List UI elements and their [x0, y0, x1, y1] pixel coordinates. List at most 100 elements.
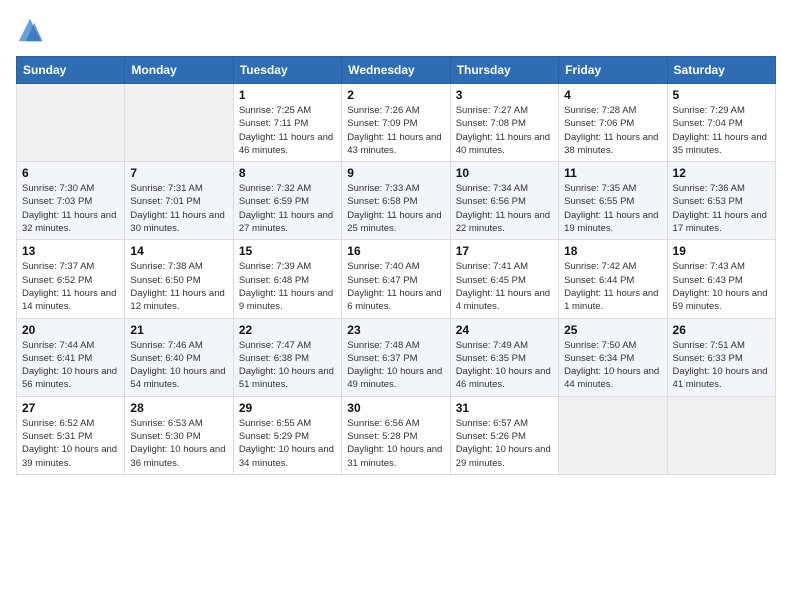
- day-number: 3: [456, 88, 553, 102]
- page-header: [16, 16, 776, 44]
- day-info: Sunrise: 7:30 AM Sunset: 7:03 PM Dayligh…: [22, 182, 119, 235]
- day-number: 8: [239, 166, 336, 180]
- weekday-header: Wednesday: [342, 57, 450, 84]
- calendar-cell: 12 Sunrise: 7:36 AM Sunset: 6:53 PM Dayli…: [667, 162, 775, 240]
- calendar-table: SundayMondayTuesdayWednesdayThursdayFrid…: [16, 56, 776, 475]
- day-number: 29: [239, 401, 336, 415]
- day-info: Sunrise: 7:29 AM Sunset: 7:04 PM Dayligh…: [673, 104, 770, 157]
- day-info: Sunrise: 7:49 AM Sunset: 6:35 PM Dayligh…: [456, 339, 553, 392]
- calendar-cell: 6 Sunrise: 7:30 AM Sunset: 7:03 PM Daylig…: [17, 162, 125, 240]
- calendar-header-row: SundayMondayTuesdayWednesdayThursdayFrid…: [17, 57, 776, 84]
- day-info: Sunrise: 6:53 AM Sunset: 5:30 PM Dayligh…: [130, 417, 227, 470]
- calendar-cell: 27 Sunrise: 6:52 AM Sunset: 5:31 PM Dayli…: [17, 396, 125, 474]
- calendar-cell: 10 Sunrise: 7:34 AM Sunset: 6:56 PM Dayli…: [450, 162, 558, 240]
- day-number: 18: [564, 244, 661, 258]
- day-number: 19: [673, 244, 770, 258]
- calendar-cell: 24 Sunrise: 7:49 AM Sunset: 6:35 PM Dayli…: [450, 318, 558, 396]
- day-number: 23: [347, 323, 444, 337]
- calendar-cell: 30 Sunrise: 6:56 AM Sunset: 5:28 PM Dayli…: [342, 396, 450, 474]
- calendar-cell: [125, 84, 233, 162]
- day-number: 31: [456, 401, 553, 415]
- day-info: Sunrise: 7:39 AM Sunset: 6:48 PM Dayligh…: [239, 260, 336, 313]
- calendar-cell: 18 Sunrise: 7:42 AM Sunset: 6:44 PM Dayli…: [559, 240, 667, 318]
- weekday-header: Monday: [125, 57, 233, 84]
- day-number: 12: [673, 166, 770, 180]
- calendar-week-row: 13 Sunrise: 7:37 AM Sunset: 6:52 PM Dayli…: [17, 240, 776, 318]
- calendar-cell: 28 Sunrise: 6:53 AM Sunset: 5:30 PM Dayli…: [125, 396, 233, 474]
- day-number: 27: [22, 401, 119, 415]
- day-info: Sunrise: 7:47 AM Sunset: 6:38 PM Dayligh…: [239, 339, 336, 392]
- day-info: Sunrise: 7:33 AM Sunset: 6:58 PM Dayligh…: [347, 182, 444, 235]
- calendar-cell: 13 Sunrise: 7:37 AM Sunset: 6:52 PM Dayli…: [17, 240, 125, 318]
- calendar-cell: 26 Sunrise: 7:51 AM Sunset: 6:33 PM Dayli…: [667, 318, 775, 396]
- day-number: 7: [130, 166, 227, 180]
- day-info: Sunrise: 7:36 AM Sunset: 6:53 PM Dayligh…: [673, 182, 770, 235]
- calendar-cell: 23 Sunrise: 7:48 AM Sunset: 6:37 PM Dayli…: [342, 318, 450, 396]
- day-number: 14: [130, 244, 227, 258]
- calendar-cell: [559, 396, 667, 474]
- day-info: Sunrise: 7:48 AM Sunset: 6:37 PM Dayligh…: [347, 339, 444, 392]
- calendar-cell: 17Sunrise: 7:41 AM Sunset: 6:45 PM Dayli…: [450, 240, 558, 318]
- day-info: Sunrise: 6:57 AM Sunset: 5:26 PM Dayligh…: [456, 417, 553, 470]
- day-info: Sunrise: 7:25 AM Sunset: 7:11 PM Dayligh…: [239, 104, 336, 157]
- weekday-header: Friday: [559, 57, 667, 84]
- day-number: 20: [22, 323, 119, 337]
- calendar-cell: 7 Sunrise: 7:31 AM Sunset: 7:01 PM Daylig…: [125, 162, 233, 240]
- day-number: 25: [564, 323, 661, 337]
- day-info: Sunrise: 7:44 AM Sunset: 6:41 PM Dayligh…: [22, 339, 119, 392]
- day-info: Sunrise: 7:37 AM Sunset: 6:52 PM Dayligh…: [22, 260, 119, 313]
- calendar-cell: 3 Sunrise: 7:27 AM Sunset: 7:08 PM Daylig…: [450, 84, 558, 162]
- day-number: 30: [347, 401, 444, 415]
- calendar-cell: 15 Sunrise: 7:39 AM Sunset: 6:48 PM Dayli…: [233, 240, 341, 318]
- day-number: 15: [239, 244, 336, 258]
- calendar-cell: 4Sunrise: 7:28 AM Sunset: 7:06 PM Daylig…: [559, 84, 667, 162]
- day-info: Sunrise: 7:41 AM Sunset: 6:45 PM Dayligh…: [456, 260, 553, 313]
- weekday-header: Tuesday: [233, 57, 341, 84]
- calendar-cell: 2 Sunrise: 7:26 AM Sunset: 7:09 PM Daylig…: [342, 84, 450, 162]
- calendar-cell: 9 Sunrise: 7:33 AM Sunset: 6:58 PM Daylig…: [342, 162, 450, 240]
- calendar-cell: 11Sunrise: 7:35 AM Sunset: 6:55 PM Dayli…: [559, 162, 667, 240]
- day-info: Sunrise: 7:28 AM Sunset: 7:06 PM Dayligh…: [564, 104, 661, 157]
- calendar-cell: [667, 396, 775, 474]
- logo: [16, 16, 48, 44]
- day-number: 26: [673, 323, 770, 337]
- day-number: 6: [22, 166, 119, 180]
- day-number: 24: [456, 323, 553, 337]
- calendar-cell: 5 Sunrise: 7:29 AM Sunset: 7:04 PM Daylig…: [667, 84, 775, 162]
- calendar-week-row: 6 Sunrise: 7:30 AM Sunset: 7:03 PM Daylig…: [17, 162, 776, 240]
- day-number: 21: [130, 323, 227, 337]
- day-info: Sunrise: 6:56 AM Sunset: 5:28 PM Dayligh…: [347, 417, 444, 470]
- calendar-cell: 19Sunrise: 7:43 AM Sunset: 6:43 PM Dayli…: [667, 240, 775, 318]
- calendar-cell: 14 Sunrise: 7:38 AM Sunset: 6:50 PM Dayli…: [125, 240, 233, 318]
- day-number: 2: [347, 88, 444, 102]
- calendar-week-row: 27 Sunrise: 6:52 AM Sunset: 5:31 PM Dayli…: [17, 396, 776, 474]
- calendar-cell: 31 Sunrise: 6:57 AM Sunset: 5:26 PM Dayli…: [450, 396, 558, 474]
- day-number: 1: [239, 88, 336, 102]
- day-number: 13: [22, 244, 119, 258]
- day-info: Sunrise: 7:51 AM Sunset: 6:33 PM Dayligh…: [673, 339, 770, 392]
- day-info: Sunrise: 7:38 AM Sunset: 6:50 PM Dayligh…: [130, 260, 227, 313]
- weekday-header: Thursday: [450, 57, 558, 84]
- day-info: Sunrise: 6:52 AM Sunset: 5:31 PM Dayligh…: [22, 417, 119, 470]
- day-number: 28: [130, 401, 227, 415]
- day-info: Sunrise: 7:40 AM Sunset: 6:47 PM Dayligh…: [347, 260, 444, 313]
- day-info: Sunrise: 7:46 AM Sunset: 6:40 PM Dayligh…: [130, 339, 227, 392]
- day-info: Sunrise: 7:34 AM Sunset: 6:56 PM Dayligh…: [456, 182, 553, 235]
- day-info: Sunrise: 7:27 AM Sunset: 7:08 PM Dayligh…: [456, 104, 553, 157]
- calendar-cell: 20 Sunrise: 7:44 AM Sunset: 6:41 PM Dayli…: [17, 318, 125, 396]
- calendar-cell: 16Sunrise: 7:40 AM Sunset: 6:47 PM Dayli…: [342, 240, 450, 318]
- day-number: 11: [564, 166, 661, 180]
- calendar-cell: 1 Sunrise: 7:25 AM Sunset: 7:11 PM Daylig…: [233, 84, 341, 162]
- day-info: Sunrise: 6:55 AM Sunset: 5:29 PM Dayligh…: [239, 417, 336, 470]
- day-number: 10: [456, 166, 553, 180]
- day-info: Sunrise: 7:31 AM Sunset: 7:01 PM Dayligh…: [130, 182, 227, 235]
- logo-icon: [16, 16, 44, 44]
- day-info: Sunrise: 7:26 AM Sunset: 7:09 PM Dayligh…: [347, 104, 444, 157]
- day-number: 9: [347, 166, 444, 180]
- calendar-week-row: 1 Sunrise: 7:25 AM Sunset: 7:11 PM Daylig…: [17, 84, 776, 162]
- day-number: 5: [673, 88, 770, 102]
- calendar-cell: 8Sunrise: 7:32 AM Sunset: 6:59 PM Daylig…: [233, 162, 341, 240]
- day-info: Sunrise: 7:50 AM Sunset: 6:34 PM Dayligh…: [564, 339, 661, 392]
- day-info: Sunrise: 7:42 AM Sunset: 6:44 PM Dayligh…: [564, 260, 661, 313]
- calendar-cell: 29 Sunrise: 6:55 AM Sunset: 5:29 PM Dayli…: [233, 396, 341, 474]
